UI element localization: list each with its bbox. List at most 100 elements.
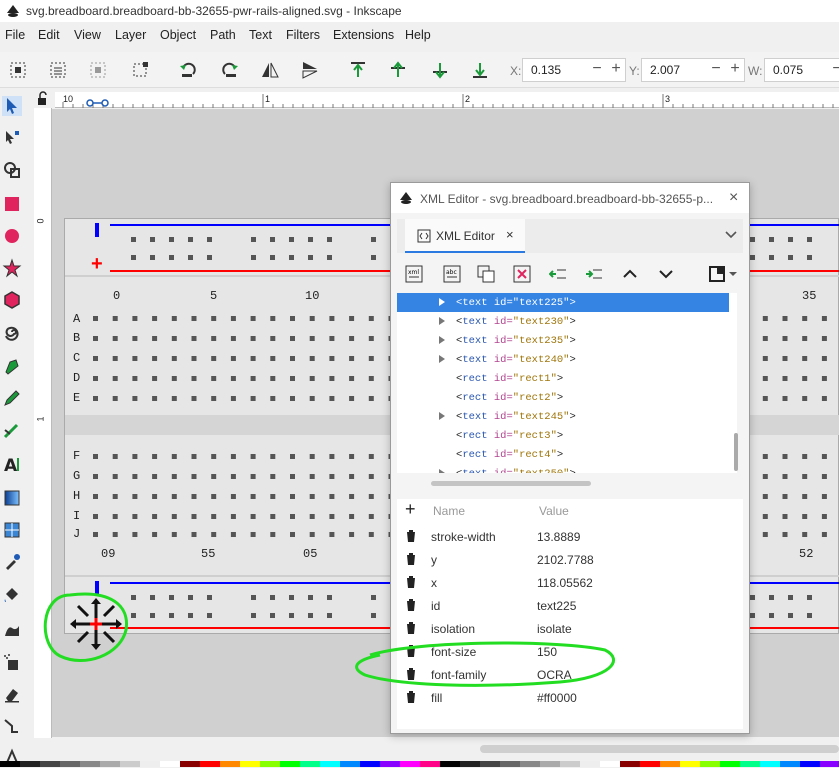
x-value[interactable]: 0.135	[531, 63, 561, 77]
trash-icon[interactable]	[405, 644, 417, 658]
paint-bucket-tool-icon[interactable]	[2, 584, 22, 604]
palette-swatch[interactable]	[300, 761, 320, 767]
trash-icon[interactable]	[405, 575, 417, 589]
palette-swatch[interactable]	[160, 761, 180, 767]
menu-layer[interactable]: Layer	[115, 28, 146, 42]
trash-icon[interactable]	[405, 690, 417, 704]
palette-swatch[interactable]	[660, 761, 680, 767]
palette-swatch[interactable]	[600, 761, 620, 767]
tree-node-text235[interactable]: <text id="text235">	[397, 331, 729, 350]
calligraphy-tool-icon[interactable]	[2, 420, 22, 440]
palette-swatch[interactable]	[560, 761, 580, 767]
palette-swatch[interactable]	[640, 761, 660, 767]
vertical-ruler[interactable]: 0 1	[34, 108, 52, 738]
attribute-row[interactable]: y 2102.7788	[397, 548, 743, 571]
attribute-row[interactable]: fill #ff0000	[397, 686, 743, 709]
dropper-tool-icon[interactable]	[2, 552, 22, 572]
palette-swatch[interactable]	[380, 761, 400, 767]
indent-node-icon[interactable]	[585, 265, 603, 283]
attr-value[interactable]: 150	[537, 645, 557, 659]
rectangle-tool-icon[interactable]	[2, 194, 22, 214]
palette-swatch[interactable]	[400, 761, 420, 767]
palette-swatch[interactable]	[260, 761, 280, 767]
palette-swatch[interactable]	[680, 761, 700, 767]
tweak-tool-icon[interactable]	[2, 620, 22, 640]
shape-builder-tool-icon[interactable]	[2, 160, 22, 180]
expand-triangle-icon[interactable]	[439, 336, 445, 344]
xml-node-tree[interactable]: <text id="text225"> <text id="text230"> …	[397, 293, 737, 473]
attr-value[interactable]: isolate	[537, 622, 572, 636]
tree-vertical-scrollbar[interactable]	[734, 433, 738, 471]
palette-swatch[interactable]	[700, 761, 720, 767]
w-decrement-button[interactable]: −	[829, 60, 839, 80]
attribute-row[interactable]: font-family OCRA	[397, 663, 743, 686]
pencil-tool-icon[interactable]	[2, 388, 22, 408]
x-increment-button[interactable]: +	[608, 60, 624, 80]
tree-node-rect1[interactable]: <rect id="rect1">	[397, 369, 729, 388]
tree-horizontal-scrollbar[interactable]	[431, 481, 591, 486]
tab-close-button[interactable]: ×	[506, 227, 514, 242]
palette-swatch[interactable]	[280, 761, 300, 767]
lower-to-bottom-icon[interactable]	[470, 60, 490, 80]
rotate-ccw-icon[interactable]	[178, 60, 198, 80]
palette-swatch[interactable]	[20, 761, 40, 767]
unindent-node-icon[interactable]	[549, 265, 567, 283]
palette-swatch[interactable]	[720, 761, 740, 767]
trash-icon[interactable]	[405, 552, 417, 566]
attr-value[interactable]: 13.8889	[537, 530, 580, 544]
attribute-row[interactable]: id text225	[397, 594, 743, 617]
text-tool-icon[interactable]: A	[2, 454, 22, 474]
menu-text[interactable]: Text	[249, 28, 272, 42]
palette-swatch[interactable]	[220, 761, 240, 767]
deselect-icon[interactable]	[88, 60, 108, 80]
mesh-tool-icon[interactable]	[2, 520, 22, 540]
tree-node-text230[interactable]: <text id="text230">	[397, 312, 729, 331]
attr-value[interactable]: #ff0000	[537, 691, 577, 705]
expand-triangle-icon[interactable]	[439, 298, 445, 306]
tree-node-rect2[interactable]: <rect id="rect2">	[397, 388, 729, 407]
star-tool-icon[interactable]	[2, 258, 22, 278]
palette-swatch[interactable]	[820, 761, 839, 767]
menu-edit[interactable]: Edit	[38, 28, 60, 42]
selector-tool-icon[interactable]	[2, 96, 22, 116]
delete-node-icon[interactable]	[513, 265, 531, 283]
3d-box-tool-icon[interactable]	[2, 290, 22, 310]
menu-help[interactable]: Help	[405, 28, 431, 42]
palette-swatch[interactable]	[620, 761, 640, 767]
y-value[interactable]: 2.007	[650, 63, 680, 77]
new-element-node-icon[interactable]: xml	[405, 265, 423, 283]
raise-node-icon[interactable]	[621, 265, 639, 283]
palette-swatch[interactable]	[240, 761, 260, 767]
transform-icon[interactable]	[130, 60, 150, 80]
palette-swatch[interactable]	[520, 761, 540, 767]
tab-xml-editor[interactable]: XML Editor ×	[405, 219, 525, 253]
tree-node-rect4[interactable]: <rect id="rect4">	[397, 445, 729, 464]
palette-swatch[interactable]	[40, 761, 60, 767]
w-value[interactable]: 0.075	[773, 63, 803, 77]
eraser-tool-icon[interactable]	[2, 684, 22, 704]
menu-filters[interactable]: Filters	[286, 28, 320, 42]
palette-swatch[interactable]	[80, 761, 100, 767]
lower-node-icon[interactable]	[657, 265, 675, 283]
layout-menu-icon[interactable]	[709, 265, 739, 283]
trash-icon[interactable]	[405, 598, 417, 612]
canvas-horizontal-scrollbar[interactable]	[480, 745, 839, 753]
attribute-row[interactable]: font-size 150	[397, 640, 743, 663]
tree-node-rect3[interactable]: <rect id="rect3">	[397, 426, 729, 445]
palette-swatch[interactable]	[360, 761, 380, 767]
palette-swatch[interactable]	[420, 761, 440, 767]
dialog-close-button[interactable]: ×	[729, 189, 738, 207]
attr-value[interactable]: 118.05562	[537, 576, 593, 590]
duplicate-node-icon[interactable]	[477, 265, 495, 283]
guide-lock-icons[interactable]	[30, 90, 120, 110]
palette-swatch[interactable]	[340, 761, 360, 767]
flip-vertical-icon[interactable]	[300, 60, 320, 80]
horizontal-ruler[interactable]: 10 1 2 3	[55, 92, 839, 108]
expand-triangle-icon[interactable]	[439, 412, 445, 420]
trash-icon[interactable]	[405, 667, 417, 681]
attribute-row[interactable]: x 118.05562	[397, 571, 743, 594]
palette-swatch[interactable]	[60, 761, 80, 767]
palette-swatch[interactable]	[140, 761, 160, 767]
y-decrement-button[interactable]: −	[708, 60, 724, 80]
gradient-tool-icon[interactable]	[2, 488, 22, 508]
